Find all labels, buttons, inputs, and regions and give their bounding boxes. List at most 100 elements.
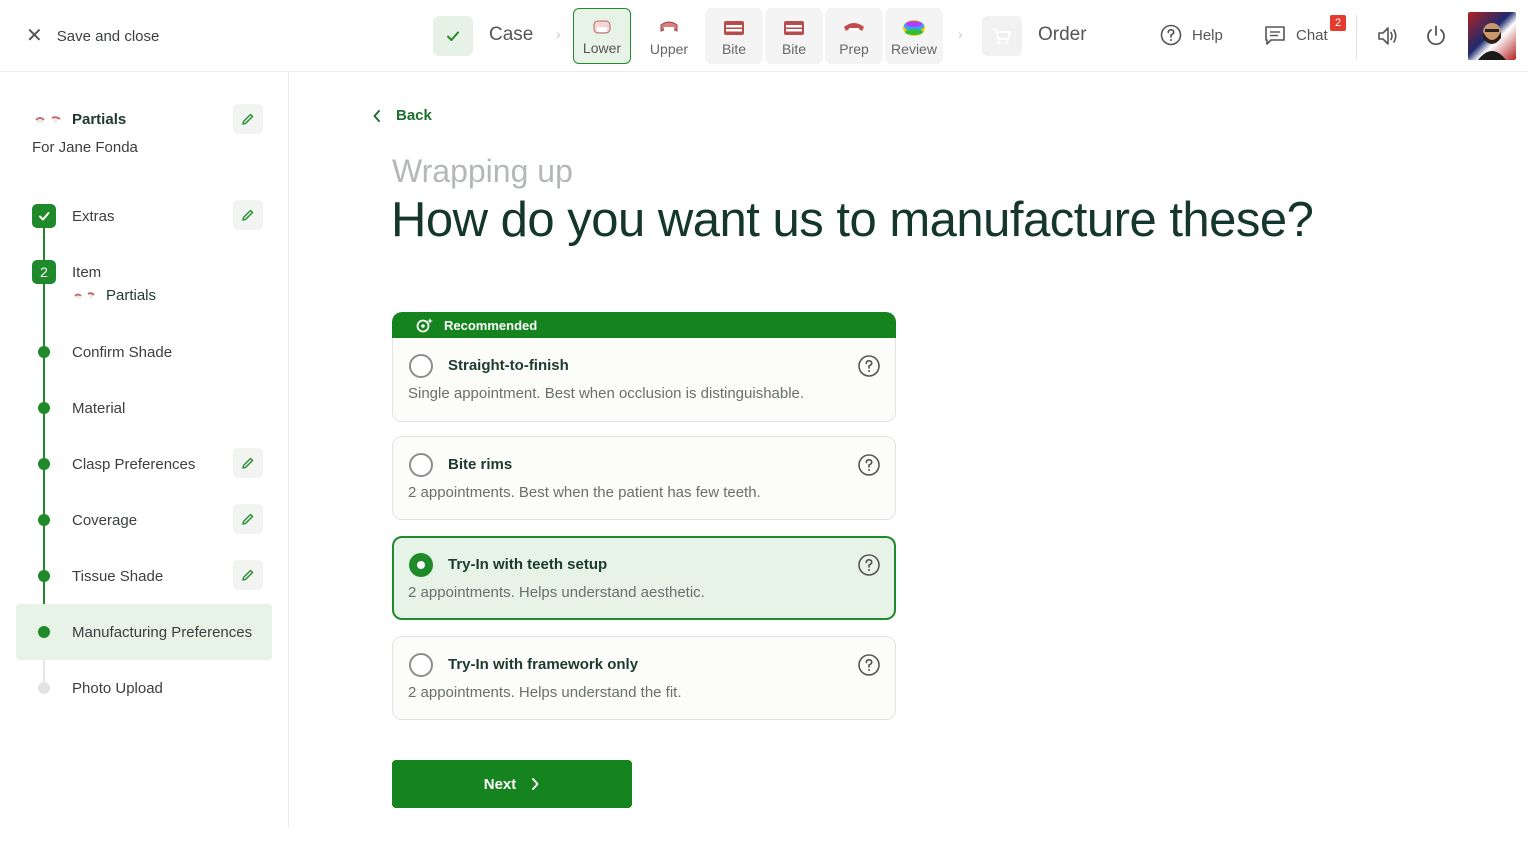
option-description: Single appointment. Best when occlusion … xyxy=(408,385,805,402)
chat-button[interactable]: Chat xyxy=(1264,24,1328,46)
edit-coverage-button[interactable] xyxy=(233,504,263,534)
next-label: Next xyxy=(483,775,517,793)
radio-button[interactable] xyxy=(409,354,433,378)
tab-bite-1-label: Bite xyxy=(721,41,747,57)
tab-lower-label: Lower xyxy=(582,40,622,56)
sidebar-item-item[interactable]: Item xyxy=(72,264,101,281)
sidebar-item-partials-label: Partials xyxy=(106,287,157,304)
help-icon[interactable] xyxy=(857,653,881,677)
power-icon xyxy=(1427,25,1445,46)
close-icon: ✕ xyxy=(26,25,43,47)
help-icon[interactable] xyxy=(857,354,881,378)
edit-clasp-button[interactable] xyxy=(233,448,263,478)
chevron-right-icon: › xyxy=(556,26,561,42)
order-step-box[interactable] xyxy=(982,16,1022,56)
option-try-in-teeth-setup[interactable]: Try-In with teeth setup 2 appointments. … xyxy=(392,536,896,620)
save-and-close-label: Save and close xyxy=(56,27,160,45)
option-title: Try-In with teeth setup xyxy=(448,556,608,573)
option-description: 2 appointments. Helps understand aesthet… xyxy=(408,584,705,601)
page-title: How do you want us to manufacture these? xyxy=(391,193,1314,247)
pencil-icon xyxy=(242,569,254,581)
sidebar-item-partials[interactable]: Partials xyxy=(74,287,156,304)
tab-lower[interactable]: Lower xyxy=(573,8,631,64)
sidebar-patient-name: For Jane Fonda xyxy=(32,139,138,156)
sidebar-item-material[interactable]: Material xyxy=(72,400,125,417)
edit-partials-button[interactable] xyxy=(233,104,263,134)
edit-extras-button[interactable] xyxy=(233,200,263,230)
edit-tissue-button[interactable] xyxy=(233,560,263,590)
chevron-right-icon: › xyxy=(958,26,963,42)
user-avatar[interactable] xyxy=(1468,12,1516,60)
topbar-divider xyxy=(1356,14,1357,60)
help-icon[interactable] xyxy=(857,553,881,577)
option-straight-to-finish[interactable]: Straight-to-finish Single appointment. B… xyxy=(392,338,896,422)
avatar-portrait xyxy=(1478,23,1506,60)
help-button[interactable]: Help xyxy=(1160,24,1223,46)
sidebar-item-coverage[interactable]: Coverage xyxy=(72,512,137,529)
upper-jaw-icon xyxy=(660,21,678,32)
tab-upper[interactable]: Upper xyxy=(640,8,698,64)
tab-bite-2-label: Bite xyxy=(781,41,807,57)
tab-prep-label: Prep xyxy=(839,41,869,57)
recommended-banner: Recommended xyxy=(392,312,896,338)
step-dot xyxy=(38,402,50,414)
pencil-icon xyxy=(242,457,254,469)
back-link[interactable]: Back xyxy=(372,107,432,124)
sidebar-item-tissue-shade[interactable]: Tissue Shade xyxy=(72,568,163,585)
radio-button[interactable] xyxy=(409,453,433,477)
review-rainbow-icon xyxy=(903,20,925,36)
pencil-icon xyxy=(242,513,254,525)
sidebar-item-clasp-preferences[interactable]: Clasp Preferences xyxy=(72,456,195,473)
option-description: 2 appointments. Helps understand the fit… xyxy=(408,684,682,701)
sidebar-item-photo-upload[interactable]: Photo Upload xyxy=(72,680,163,697)
case-step-label[interactable]: Case xyxy=(489,24,533,46)
tab-review[interactable]: Review xyxy=(885,8,943,64)
option-try-in-framework-only[interactable]: Try-In with framework only 2 appointment… xyxy=(392,636,896,720)
recommended-label: Recommended xyxy=(444,317,538,333)
step-dot-pending xyxy=(38,682,50,694)
sidebar-item-confirm-shade[interactable]: Confirm Shade xyxy=(72,344,172,361)
sidebar-title: Partials xyxy=(72,111,127,128)
cart-icon xyxy=(993,28,1011,44)
speaker-icon xyxy=(1378,27,1397,45)
checkmark-icon xyxy=(447,31,459,41)
option-description: 2 appointments. Best when the patient ha… xyxy=(408,484,761,501)
sparkle-gear-icon xyxy=(416,318,433,333)
sidebar-item-manufacturing-preferences[interactable]: Manufacturing Preferences xyxy=(72,624,252,641)
back-label: Back xyxy=(396,107,432,124)
step-complete-check xyxy=(32,204,56,228)
tab-bite-2[interactable]: Bite xyxy=(765,8,823,64)
bite-icon xyxy=(784,21,804,35)
step-number-badge: 2 xyxy=(32,260,56,284)
help-icon xyxy=(1160,24,1182,46)
sound-button[interactable] xyxy=(1376,24,1400,53)
save-and-close-button[interactable]: ✕ Save and close xyxy=(26,24,159,48)
tab-bite-1[interactable]: Bite xyxy=(705,8,763,64)
help-icon[interactable] xyxy=(857,453,881,477)
step-dot xyxy=(38,626,50,638)
radio-button-selected[interactable] xyxy=(409,553,433,577)
chat-label: Chat xyxy=(1296,26,1328,44)
power-button[interactable] xyxy=(1424,24,1448,53)
radio-button[interactable] xyxy=(409,653,433,677)
pencil-icon xyxy=(242,113,254,125)
step-dot xyxy=(38,346,50,358)
tab-prep[interactable]: Prep xyxy=(825,8,883,64)
top-bar: ✕ Save and close Case › Lower Upper Bite… xyxy=(0,0,1528,72)
next-button[interactable]: Next xyxy=(392,760,632,808)
case-step-check[interactable] xyxy=(433,16,473,56)
chat-icon xyxy=(1265,26,1285,45)
option-bite-rims[interactable]: Bite rims 2 appointments. Best when the … xyxy=(392,436,896,520)
order-step-label[interactable]: Order xyxy=(1038,24,1087,46)
partials-icon xyxy=(74,291,95,298)
step-dot xyxy=(38,458,50,470)
prep-icon xyxy=(844,23,864,31)
bite-icon xyxy=(724,21,744,35)
option-title: Try-In with framework only xyxy=(448,656,639,673)
section-kicker: Wrapping up xyxy=(392,153,573,189)
partials-icon xyxy=(35,116,61,123)
sidebar-item-extras[interactable]: Extras xyxy=(72,208,115,225)
sidebar: Partials For Jane Fonda Extras 2 Item Pa… xyxy=(0,72,289,828)
pencil-icon xyxy=(242,209,254,221)
chevron-left-icon xyxy=(373,109,380,122)
